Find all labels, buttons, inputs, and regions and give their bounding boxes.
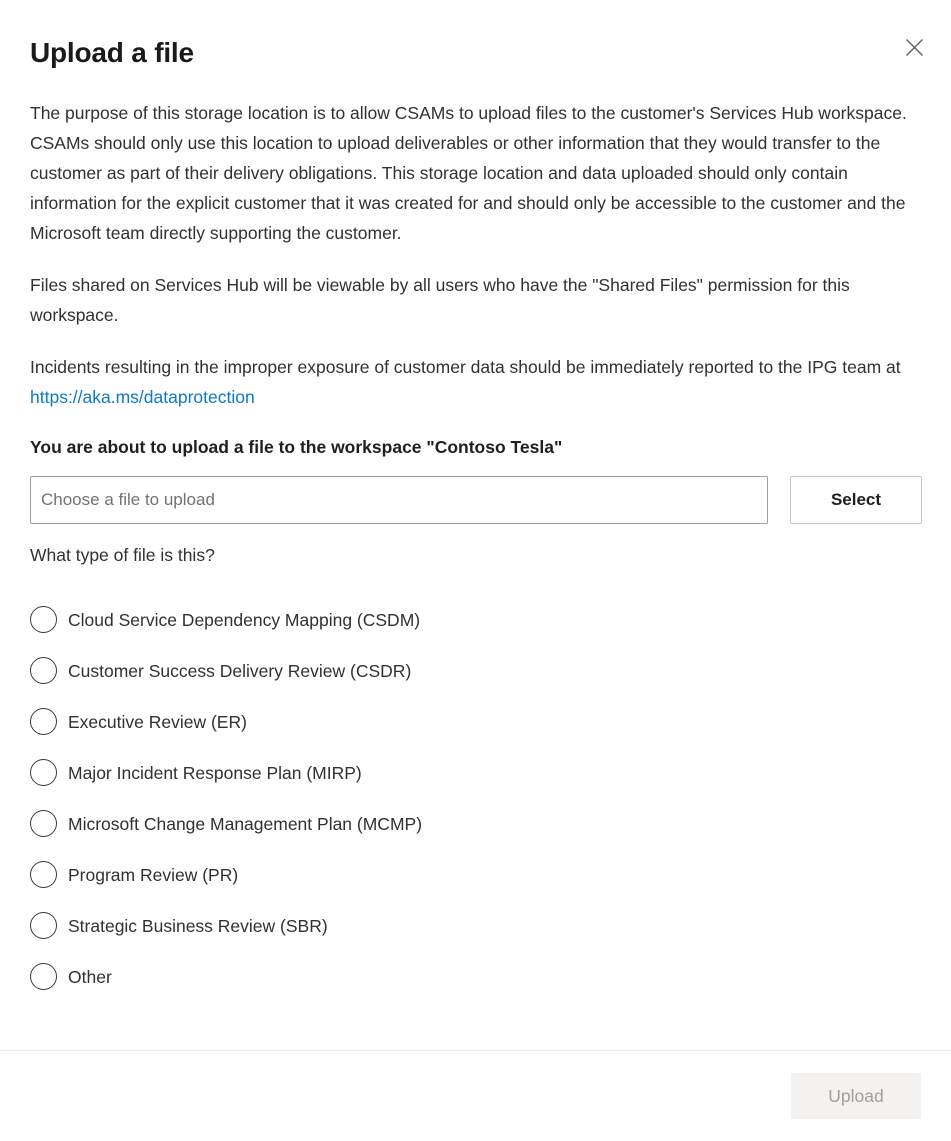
radio-circle-icon[interactable] bbox=[30, 963, 57, 990]
radio-label: Strategic Business Review (SBR) bbox=[68, 915, 328, 936]
select-file-button[interactable]: Select bbox=[790, 476, 922, 524]
radio-option-other[interactable]: Other bbox=[30, 951, 921, 1002]
radio-circle-icon[interactable] bbox=[30, 657, 57, 684]
radio-label: Executive Review (ER) bbox=[68, 711, 247, 732]
sharing-paragraph: Files shared on Services Hub will be vie… bbox=[30, 275, 850, 325]
radio-option-mcmp[interactable]: Microsoft Change Management Plan (MCMP) bbox=[30, 798, 921, 849]
radio-option-mirp[interactable]: Major Incident Response Plan (MIRP) bbox=[30, 747, 921, 798]
radio-circle-icon[interactable] bbox=[30, 861, 57, 888]
dialog-header: Upload a file bbox=[0, 0, 951, 70]
page-title: Upload a file bbox=[30, 37, 194, 68]
upload-button[interactable]: Upload bbox=[791, 1073, 921, 1119]
close-icon[interactable] bbox=[895, 28, 933, 66]
incident-paragraph: Incidents resulting in the improper expo… bbox=[30, 352, 921, 412]
radio-circle-icon[interactable] bbox=[30, 912, 57, 939]
radio-label: Major Incident Response Plan (MIRP) bbox=[68, 762, 362, 783]
incident-paragraph-text: Incidents resulting in the improper expo… bbox=[30, 357, 901, 377]
file-chooser-row: Select bbox=[30, 476, 922, 524]
radio-label: Customer Success Delivery Review (CSDR) bbox=[68, 660, 412, 681]
radio-option-sbr[interactable]: Strategic Business Review (SBR) bbox=[30, 900, 921, 951]
dataprotection-link[interactable]: https://aka.ms/dataprotection bbox=[30, 387, 255, 407]
radio-circle-icon[interactable] bbox=[30, 606, 57, 633]
file-type-question: What type of file is this? bbox=[30, 545, 215, 565]
radio-option-pr[interactable]: Program Review (PR) bbox=[30, 849, 921, 900]
radio-label: Cloud Service Dependency Mapping (CSDM) bbox=[68, 609, 421, 630]
radio-circle-icon[interactable] bbox=[30, 708, 57, 735]
intro-paragraph: The purpose of this storage location is … bbox=[30, 103, 907, 243]
workspace-notice: You are about to upload a file to the wo… bbox=[30, 437, 563, 457]
dialog-body: The purpose of this storage location is … bbox=[0, 70, 951, 1002]
radio-label: Program Review (PR) bbox=[68, 864, 239, 885]
radio-circle-icon[interactable] bbox=[30, 810, 57, 837]
file-type-radio-group: Cloud Service Dependency Mapping (CSDM) … bbox=[30, 594, 921, 1002]
dialog-footer: Upload bbox=[0, 1050, 951, 1141]
radio-option-er[interactable]: Executive Review (ER) bbox=[30, 696, 921, 747]
radio-circle-icon[interactable] bbox=[30, 759, 57, 786]
radio-option-csdr[interactable]: Customer Success Delivery Review (CSDR) bbox=[30, 645, 921, 696]
upload-file-dialog: Upload a file The purpose of this storag… bbox=[0, 0, 951, 1141]
file-path-input[interactable] bbox=[30, 476, 768, 524]
radio-label: Microsoft Change Management Plan (MCMP) bbox=[68, 813, 423, 834]
radio-option-csdm[interactable]: Cloud Service Dependency Mapping (CSDM) bbox=[30, 594, 921, 645]
radio-label: Other bbox=[68, 966, 112, 987]
